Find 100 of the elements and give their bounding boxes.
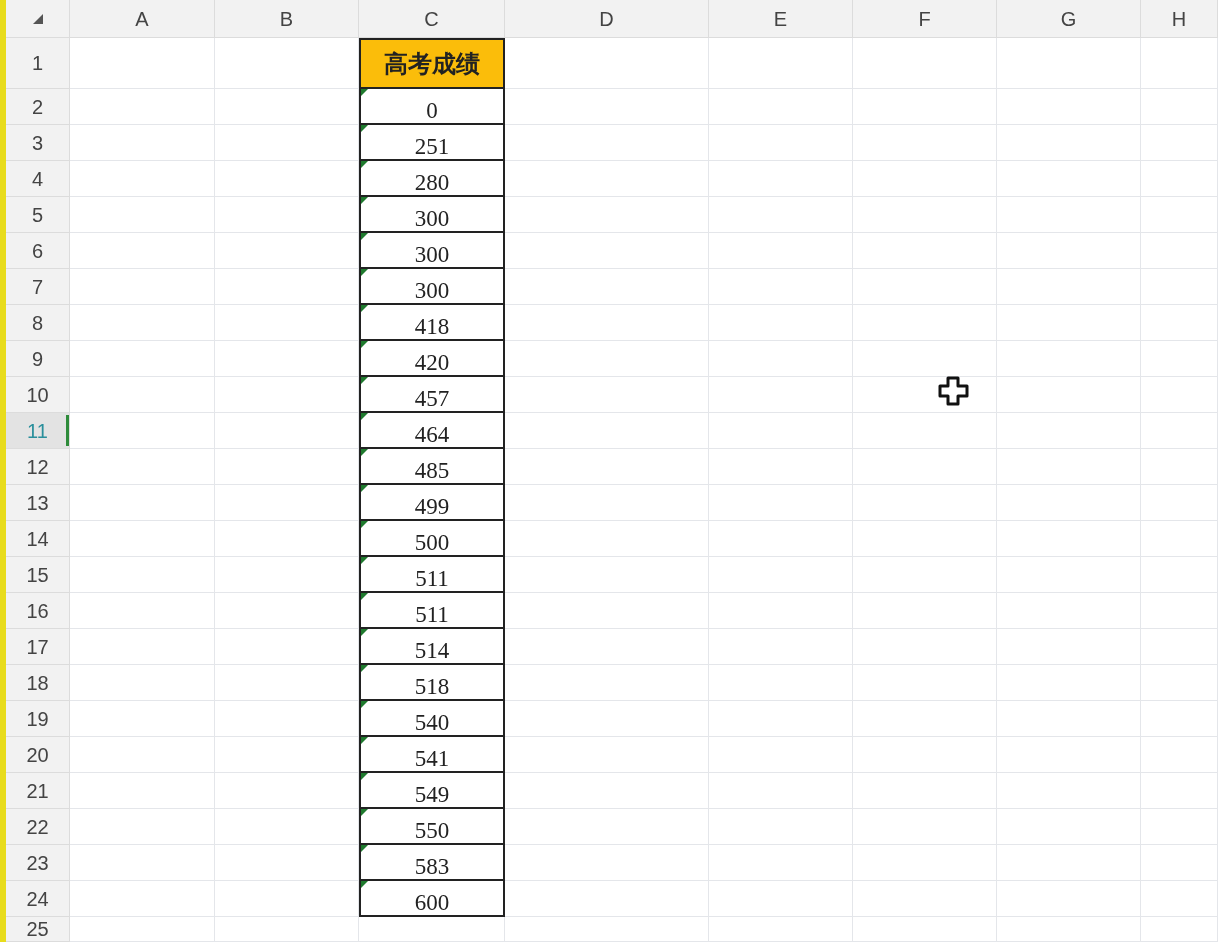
empty-cell[interactable]	[1141, 521, 1218, 557]
empty-cell[interactable]	[997, 701, 1141, 737]
empty-cell[interactable]	[709, 881, 853, 917]
empty-cell[interactable]	[997, 773, 1141, 809]
empty-cell[interactable]	[997, 233, 1141, 269]
empty-cell[interactable]	[853, 629, 997, 665]
empty-cell[interactable]	[853, 665, 997, 701]
empty-cell[interactable]	[505, 917, 709, 942]
empty-cell[interactable]	[853, 917, 997, 942]
row-header[interactable]: 24	[6, 881, 70, 917]
empty-cell[interactable]	[997, 38, 1141, 89]
empty-cell[interactable]	[853, 341, 997, 377]
column-header[interactable]: A	[70, 0, 215, 38]
empty-cell[interactable]	[853, 197, 997, 233]
row-header[interactable]: 14	[6, 521, 70, 557]
empty-cell[interactable]	[997, 917, 1141, 942]
empty-cell[interactable]	[709, 773, 853, 809]
row-header[interactable]: 8	[6, 305, 70, 341]
row-header[interactable]: 17	[6, 629, 70, 665]
empty-cell[interactable]	[1141, 845, 1218, 881]
table-cell[interactable]: 300	[359, 233, 505, 269]
empty-cell[interactable]	[1141, 629, 1218, 665]
empty-cell[interactable]	[1141, 737, 1218, 773]
empty-cell[interactable]	[997, 125, 1141, 161]
empty-cell[interactable]	[709, 269, 853, 305]
empty-cell[interactable]	[1141, 233, 1218, 269]
empty-cell[interactable]	[997, 629, 1141, 665]
empty-cell[interactable]	[1141, 377, 1218, 413]
empty-cell[interactable]	[1141, 485, 1218, 521]
empty-cell[interactable]	[997, 449, 1141, 485]
empty-cell[interactable]	[709, 305, 853, 341]
empty-cell[interactable]	[709, 38, 853, 89]
empty-cell[interactable]	[709, 233, 853, 269]
row-header[interactable]: 21	[6, 773, 70, 809]
row-header[interactable]: 13	[6, 485, 70, 521]
empty-cell[interactable]	[997, 665, 1141, 701]
row-header[interactable]: 7	[6, 269, 70, 305]
empty-cell[interactable]	[709, 521, 853, 557]
empty-cell[interactable]	[853, 521, 997, 557]
column-header[interactable]: D	[505, 0, 709, 38]
empty-cell[interactable]	[1141, 809, 1218, 845]
empty-cell[interactable]	[853, 233, 997, 269]
row-header[interactable]: 12	[6, 449, 70, 485]
empty-cell[interactable]	[853, 125, 997, 161]
table-cell[interactable]: 464	[359, 413, 505, 449]
empty-cell[interactable]	[709, 125, 853, 161]
empty-cell[interactable]	[853, 161, 997, 197]
empty-cell[interactable]	[709, 485, 853, 521]
empty-cell[interactable]	[709, 449, 853, 485]
column-header[interactable]: B	[215, 0, 359, 38]
table-cell[interactable]: 500	[359, 521, 505, 557]
column-header[interactable]: F	[853, 0, 997, 38]
empty-cell[interactable]	[853, 557, 997, 593]
empty-cell[interactable]	[709, 701, 853, 737]
row-header[interactable]: 9	[6, 341, 70, 377]
table-cell[interactable]: 511	[359, 593, 505, 629]
empty-cell[interactable]	[1141, 449, 1218, 485]
empty-cell[interactable]	[853, 38, 997, 89]
empty-cell[interactable]	[1141, 881, 1218, 917]
row-header[interactable]: 15	[6, 557, 70, 593]
empty-cell[interactable]	[709, 917, 853, 942]
empty-cell[interactable]	[853, 881, 997, 917]
row-header[interactable]: 22	[6, 809, 70, 845]
empty-cell[interactable]	[853, 809, 997, 845]
empty-cell[interactable]	[997, 809, 1141, 845]
table-cell[interactable]: 550	[359, 809, 505, 845]
table-header-cell[interactable]: 高考成绩	[359, 38, 505, 89]
row-header[interactable]: 4	[6, 161, 70, 197]
empty-cell[interactable]	[997, 341, 1141, 377]
table-cell[interactable]: 485	[359, 449, 505, 485]
empty-cell[interactable]	[997, 521, 1141, 557]
select-all-icon[interactable]	[32, 13, 43, 24]
empty-cell[interactable]	[997, 161, 1141, 197]
empty-cell[interactable]	[215, 917, 359, 942]
table-cell[interactable]: 583	[359, 845, 505, 881]
row-header[interactable]: 6	[6, 233, 70, 269]
column-header[interactable]: E	[709, 0, 853, 38]
empty-cell[interactable]	[997, 485, 1141, 521]
empty-cell[interactable]	[1141, 593, 1218, 629]
empty-cell[interactable]	[997, 557, 1141, 593]
empty-cell[interactable]	[853, 89, 997, 125]
empty-cell[interactable]	[853, 737, 997, 773]
empty-cell[interactable]	[853, 449, 997, 485]
table-cell[interactable]: 518	[359, 665, 505, 701]
empty-cell[interactable]	[1141, 269, 1218, 305]
table-cell[interactable]: 541	[359, 737, 505, 773]
empty-cell[interactable]	[997, 377, 1141, 413]
column-header[interactable]: C	[359, 0, 505, 38]
empty-cell[interactable]	[1141, 38, 1218, 89]
empty-cell[interactable]	[1141, 701, 1218, 737]
table-cell[interactable]: 600	[359, 881, 505, 917]
table-cell[interactable]: 300	[359, 269, 505, 305]
empty-cell[interactable]	[709, 89, 853, 125]
empty-cell[interactable]	[1141, 917, 1218, 942]
empty-cell[interactable]	[1141, 305, 1218, 341]
empty-cell[interactable]	[1141, 125, 1218, 161]
column-header[interactable]: H	[1141, 0, 1218, 38]
empty-cell[interactable]	[1141, 665, 1218, 701]
empty-cell[interactable]	[709, 809, 853, 845]
empty-cell[interactable]	[853, 269, 997, 305]
